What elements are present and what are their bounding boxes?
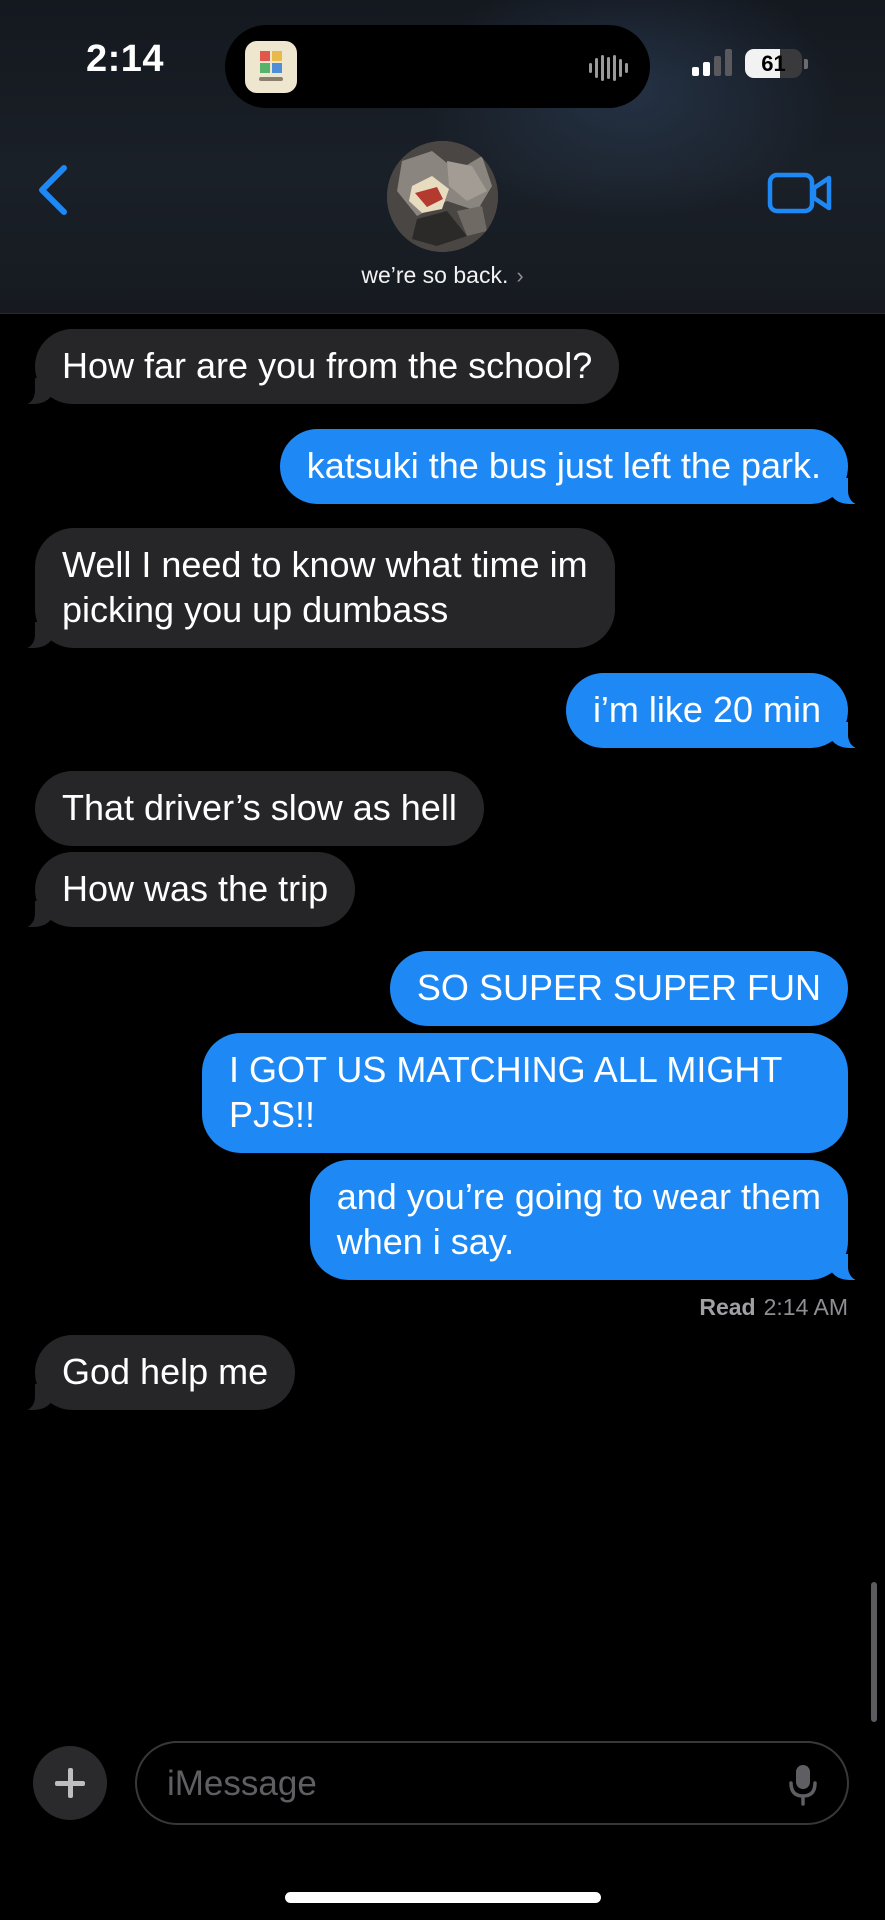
audio-waveform-icon (589, 55, 628, 81)
video-camera-icon (767, 172, 832, 214)
conversation-header: 2:14 61 we’re so back. › (0, 0, 885, 314)
message-bubble-outgoing[interactable]: SO SUPER SUPER FUN (389, 951, 848, 1026)
home-indicator[interactable] (285, 1892, 601, 1903)
cellular-signal-icon (692, 48, 732, 76)
contact-avatar[interactable] (387, 141, 498, 252)
message-bubble-outgoing[interactable]: and you’re going to wear them when i say… (309, 1160, 867, 1281)
battery-percent: 61 (761, 51, 786, 76)
chevron-right-icon: › (516, 263, 524, 288)
message-bubble-incoming[interactable]: How was the trip (16, 852, 356, 928)
back-button[interactable] (30, 160, 80, 220)
battery-tip (804, 59, 808, 69)
contact-name-text: we’re so back. (361, 262, 509, 288)
dynamic-island[interactable] (225, 25, 650, 108)
battery-icon: 61 (745, 49, 802, 78)
message-bubble-incoming[interactable]: How far are you from the school? (16, 329, 620, 405)
message-bubble-outgoing[interactable]: i’m like 20 min (565, 673, 867, 749)
message-bubble-incoming[interactable]: God help me (16, 1335, 296, 1411)
avatar-image (387, 141, 498, 252)
live-activity-app-icon (245, 41, 297, 93)
message-bubble-outgoing[interactable]: I GOT US MATCHING ALL MIGHT PJS!! (202, 1033, 848, 1153)
status-time: 2:14 (86, 38, 165, 80)
chevron-left-icon (39, 165, 67, 215)
scroll-indicator[interactable] (871, 1582, 877, 1722)
contact-name[interactable]: we’re so back. › (0, 262, 885, 289)
message-bubble-outgoing[interactable]: katsuki the bus just left the park. (279, 429, 867, 505)
dictation-button[interactable] (787, 1763, 819, 1807)
apps-plus-button[interactable] (33, 1746, 107, 1820)
message-bubble-incoming[interactable]: Well I need to know what time im picking… (17, 528, 615, 649)
facetime-video-button[interactable] (767, 168, 833, 218)
read-time: 2:14 AM (763, 1294, 848, 1320)
microphone-icon (789, 1765, 817, 1806)
read-receipt: Read 2:14 AM (699, 1294, 848, 1321)
read-label: Read (699, 1294, 756, 1320)
message-input-field[interactable] (135, 1741, 849, 1825)
imessage-input[interactable] (165, 1743, 729, 1825)
message-bubble-incoming[interactable]: That driver’s slow as hell (35, 771, 484, 846)
